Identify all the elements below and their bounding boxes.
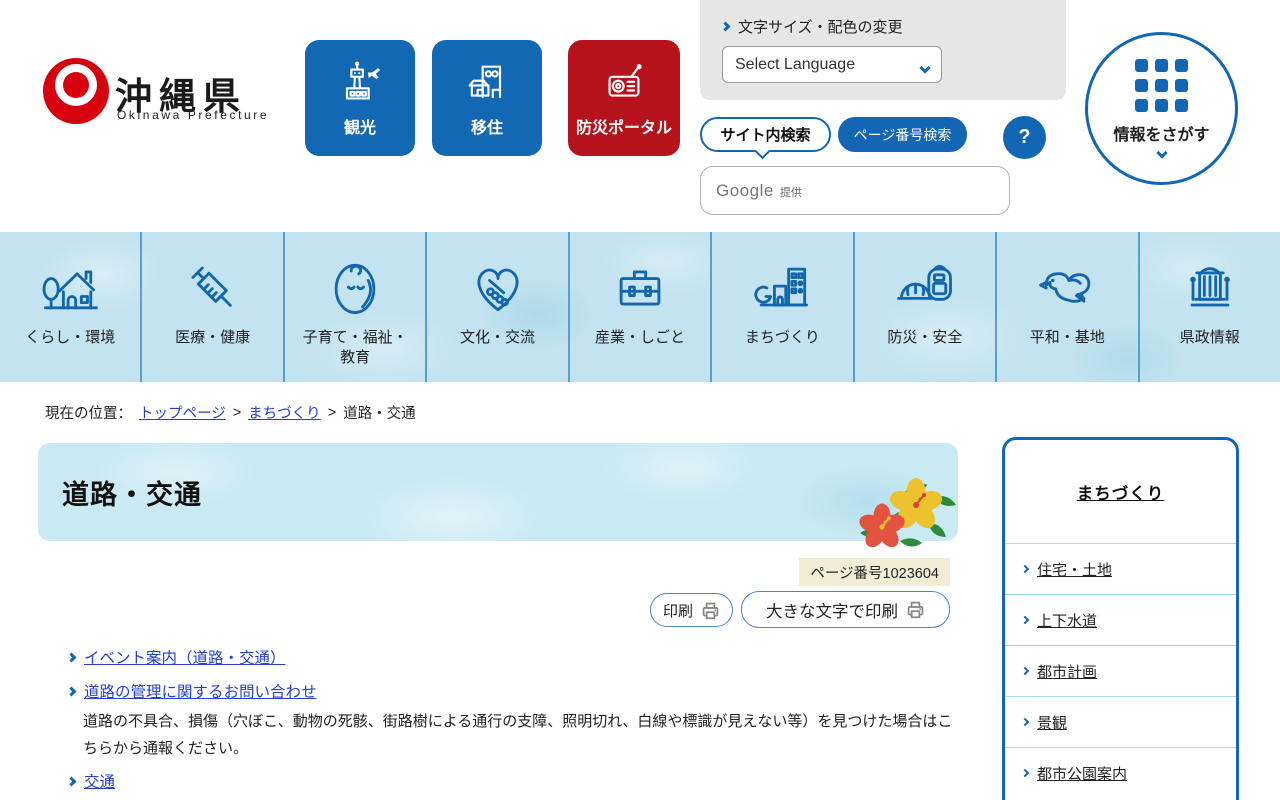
sidebar-item-toshikoen[interactable]: 都市公園案内: [1005, 747, 1236, 798]
sidebar-item-label: 景観: [1037, 714, 1068, 732]
hibiscus-flowers-image: [859, 478, 956, 548]
site-search-tab[interactable]: サイト内検索: [700, 117, 831, 160]
disaster-portal-button[interactable]: 防災ポータル: [568, 40, 680, 156]
site-title-en: Okinawa Prefecture: [117, 108, 270, 122]
language-select-wrap: Select Language: [722, 46, 942, 83]
airport-tower-icon: [345, 61, 381, 100]
printer-icon: [907, 601, 924, 619]
residence-buildings-icon: [468, 65, 502, 99]
nav-item-heiwa[interactable]: 平和・基地: [997, 232, 1140, 382]
syringe-icon: [191, 266, 232, 307]
font-size-settings-link[interactable]: 文字サイズ・配色の変更: [720, 16, 903, 37]
handshake-heart-icon: [477, 268, 518, 312]
page-number-badge: ページ番号1023604: [799, 558, 950, 586]
font-size-settings-label: 文字サイズ・配色の変更: [738, 19, 903, 36]
google-wordmark: Google: [716, 180, 774, 200]
utility-panel: 文字サイズ・配色の変更 Select Language: [700, 0, 1066, 100]
okinawa-logo-icon: [43, 58, 109, 124]
print-button[interactable]: 印刷: [650, 593, 733, 627]
nav-item-machizukuri[interactable]: まちづくり: [712, 232, 855, 382]
printer-icon: [702, 602, 719, 619]
sidebar-item-jutaku[interactable]: 住宅・土地: [1005, 543, 1236, 594]
language-select[interactable]: Select Language: [722, 46, 942, 83]
chevron-right-icon: [66, 686, 77, 696]
breadcrumb-prefix: 現在の位置：: [45, 406, 132, 422]
okinawa-prefecture-page: 沖縄県 Okinawa Prefecture 観光 移住 防災ポータル 文字サイ…: [0, 0, 1280, 800]
breadcrumb-current: 道路・交通: [343, 406, 416, 422]
house-tree-icon: [42, 270, 99, 310]
chevron-right-icon: [66, 776, 77, 786]
page-title: 道路・交通: [62, 479, 202, 510]
list-item: 交通: [66, 770, 960, 792]
question-mark-icon: ?: [1018, 126, 1031, 148]
google-provided-label: 提供: [779, 187, 802, 199]
nav-item-kensei[interactable]: 県政情報: [1140, 232, 1280, 382]
nav-item-bosai[interactable]: 防災・安全: [855, 232, 998, 382]
grid-menu-icon: [1135, 59, 1188, 112]
find-info-label: 情報をさがす: [1113, 127, 1210, 144]
road-management-description: 道路の不具合、損傷（穴ぼこ、動物の死骸、街路樹による通行の支障、照明切れ、白線や…: [83, 713, 953, 757]
dove-icon: [1039, 272, 1091, 303]
nav-item-iryo[interactable]: 医療・健康: [142, 232, 285, 382]
breadcrumb-link-machizukuri[interactable]: まちづくり: [248, 402, 321, 423]
event-info-link[interactable]: イベント案内（道路・交通）: [84, 646, 286, 668]
site-search-tab-label: サイト内検索: [720, 127, 811, 144]
print-button-label: 印刷: [662, 602, 693, 620]
baby-icon: [334, 263, 376, 314]
chevron-right-icon: [1020, 717, 1030, 727]
list-item: イベント案内（道路・交通）: [66, 646, 960, 668]
breadcrumb-separator: >: [327, 404, 337, 421]
town-buildings-icon: [754, 267, 809, 307]
nav-item-bunka[interactable]: 文化・交流: [427, 232, 570, 382]
chevron-down-icon: [1155, 147, 1168, 159]
list-item: 道路の管理に関するお問い合わせ: [66, 680, 960, 702]
machizukuri-sidebar: まちづくり 住宅・土地 上下水道 都市計画 景観 都市公園案内: [1002, 437, 1239, 800]
content-link-list: イベント案内（道路・交通） 道路の管理に関するお問い合わせ 道路の不具合、損傷（…: [66, 646, 960, 800]
sidebar-item-jogesuido[interactable]: 上下水道: [1005, 594, 1236, 645]
radio-icon: [608, 64, 642, 97]
print-large-text-label: 大きな文字で印刷: [766, 602, 898, 621]
page-title-band: 道路・交通: [38, 443, 958, 548]
site-search-input[interactable]: Google 提供: [700, 166, 1010, 215]
sidebar-item-toshikeikaku[interactable]: 都市計画: [1005, 645, 1236, 696]
migration-button[interactable]: 移住: [432, 40, 542, 156]
sidebar-header: まちづくり: [1005, 440, 1236, 543]
category-nav: くらし・環境 医療・健康 子育て・福祉・教育 文化・交流 産業・しごと まちづく…: [0, 232, 1280, 382]
sidebar-item-label: 住宅・土地: [1037, 561, 1113, 579]
breadcrumb-separator: >: [232, 404, 242, 421]
chevron-right-icon: [66, 652, 77, 662]
tourism-button-label: 観光: [343, 120, 376, 137]
sidebar-item-label: 上下水道: [1037, 612, 1098, 630]
find-info-button[interactable]: 情報をさがす: [1085, 32, 1238, 185]
page-number-search-label: ページ番号検索: [853, 126, 952, 143]
traffic-link[interactable]: 交通: [84, 770, 115, 792]
print-large-text-button[interactable]: 大きな文字で印刷: [741, 591, 950, 628]
nav-item-sangyo[interactable]: 産業・しごと: [570, 232, 713, 382]
tab-pointer: [754, 143, 771, 160]
chevron-right-icon: [1020, 615, 1030, 625]
chevron-right-icon: [720, 21, 731, 32]
nav-item-kurashi[interactable]: くらし・環境: [0, 232, 143, 382]
chevron-right-icon: [1020, 666, 1030, 676]
breadcrumb: 現在の位置： トップページ > まちづくり > 道路・交通: [45, 402, 416, 423]
briefcase-icon: [619, 270, 661, 306]
site-logo[interactable]: 沖縄県 Okinawa Prefecture: [43, 56, 303, 126]
breadcrumb-link-top[interactable]: トップページ: [139, 402, 226, 423]
road-management-contact-link[interactable]: 道路の管理に関するお問い合わせ: [84, 680, 317, 702]
sidebar-item-label: 都市計画: [1037, 663, 1098, 681]
page-number-search-tab[interactable]: ページ番号検索: [838, 117, 967, 152]
sidebar-item-keikan[interactable]: 景観: [1005, 696, 1236, 747]
chevron-right-icon: [1020, 768, 1030, 778]
tourism-button[interactable]: 観光: [305, 40, 415, 156]
government-building-icon: [1189, 267, 1230, 307]
migration-button-label: 移住: [470, 120, 503, 137]
nav-item-kosodate[interactable]: 子育て・福祉・教育: [285, 232, 428, 382]
sidebar-title-link[interactable]: まちづくり: [1077, 480, 1165, 504]
disaster-portal-button-label: 防災ポータル: [575, 120, 672, 137]
helmet-backpack-icon: [896, 264, 952, 301]
sidebar-item-label: 都市公園案内: [1037, 765, 1128, 783]
chevron-right-icon: [1020, 564, 1030, 574]
help-button[interactable]: ?: [1003, 116, 1046, 159]
